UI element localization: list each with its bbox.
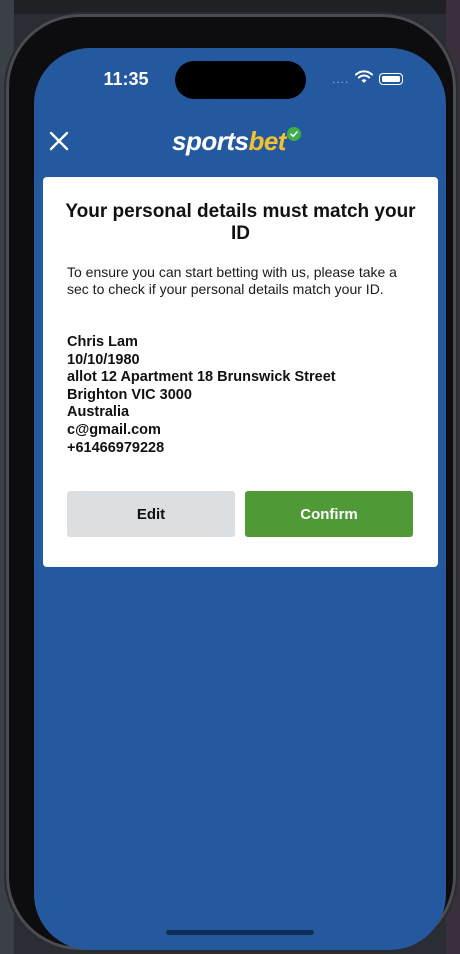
detail-country: Australia <box>67 404 130 421</box>
edit-button[interactable]: Edit <box>67 491 235 537</box>
detail-name: Chris Lam <box>67 334 138 350</box>
sportsbet-logo: sports bet <box>172 124 301 158</box>
detail-address-line1: allot 12 Apartment 18 Brunswick Street <box>67 369 336 386</box>
home-indicator[interactable] <box>166 930 314 935</box>
close-icon <box>49 131 69 151</box>
dynamic-island <box>175 61 306 99</box>
check-badge-icon <box>286 127 301 141</box>
status-indicators: .... <box>332 69 404 89</box>
card-description: To ensure you can start betting with us,… <box>67 264 397 297</box>
logo-text-bet: bet <box>248 125 286 156</box>
detail-address-line2: Brighton VIC 3000 <box>67 386 192 403</box>
signal-dots: .... <box>332 72 350 86</box>
status-time: 11:35 <box>103 69 149 89</box>
confirm-button[interactable]: Confirm <box>245 491 413 537</box>
phone-frame: 11:35 .... sports bet Your personal deta… <box>6 14 456 950</box>
battery-icon <box>379 73 404 85</box>
details-card: Your personal details must match your ID… <box>43 177 438 567</box>
desktop-background-top <box>0 0 460 14</box>
detail-email: c@gmail.com <box>67 421 161 438</box>
detail-phone: +61466979228 <box>67 439 165 456</box>
card-title: Your personal details must match your ID <box>65 201 416 244</box>
personal-details: Chris Lam 10/10/1980 allot 12 Apartment … <box>67 334 417 457</box>
logo-text-sports: sports <box>172 125 249 156</box>
close-button[interactable] <box>46 128 72 154</box>
wifi-icon <box>355 69 374 89</box>
detail-dob: 10/10/1980 <box>67 351 140 368</box>
app-screen: 11:35 .... sports bet Your personal deta… <box>34 48 446 950</box>
